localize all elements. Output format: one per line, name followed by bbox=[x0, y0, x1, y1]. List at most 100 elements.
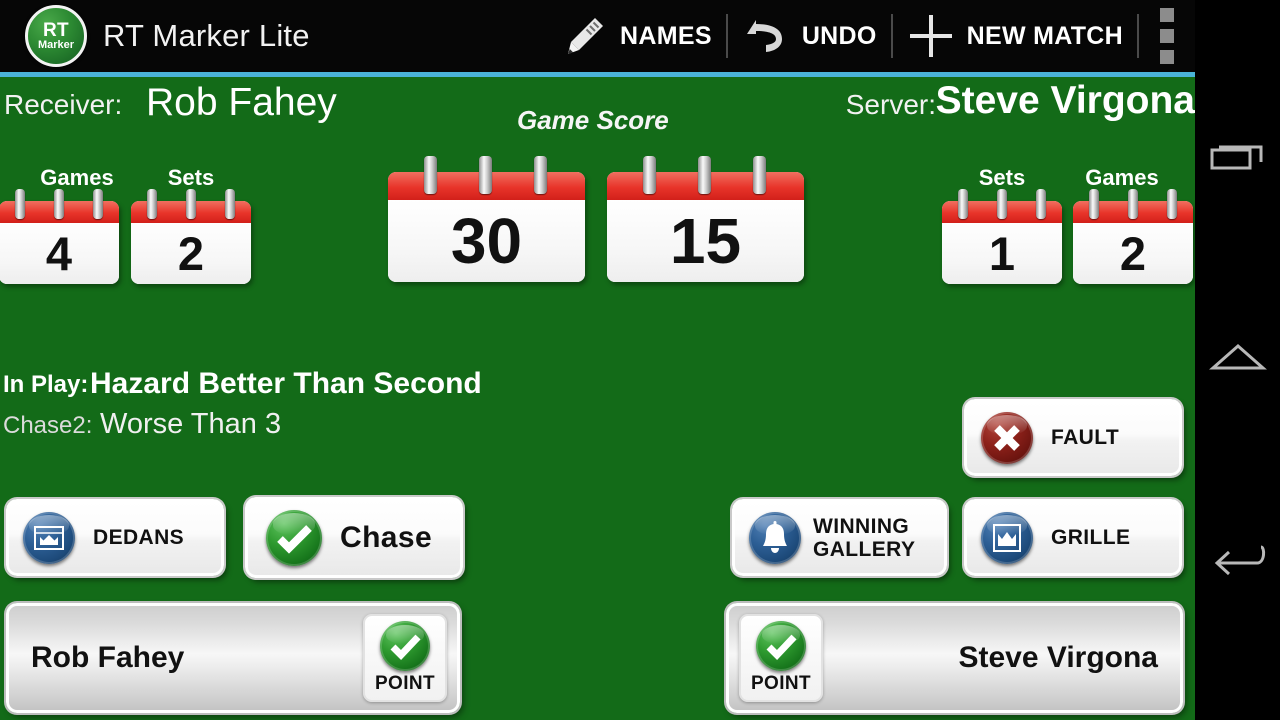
screen: RT Marker RT Marker Lite NAMES UNDO NEW … bbox=[0, 0, 1280, 720]
check-circle-icon bbox=[756, 621, 806, 671]
chase-button-label: Chase bbox=[340, 520, 433, 554]
names-button[interactable]: NAMES bbox=[548, 0, 726, 72]
bell-icon bbox=[749, 511, 801, 564]
card-ring bbox=[479, 156, 492, 194]
undo-button[interactable]: UNDO bbox=[728, 0, 891, 72]
right-point-label: POINT bbox=[750, 673, 812, 694]
card-ring bbox=[93, 189, 103, 219]
overflow-dot bbox=[1160, 29, 1174, 43]
rt-marker-logo-icon: RT Marker bbox=[25, 5, 87, 67]
chase-button[interactable]: Chase bbox=[245, 497, 463, 578]
right-point-box[interactable]: POINT bbox=[739, 614, 823, 702]
card-ring bbox=[1089, 189, 1099, 219]
chase-label: Chase2: bbox=[3, 412, 93, 439]
right-sets-card: 1 bbox=[942, 189, 1062, 284]
chase-value: Worse Than 3 bbox=[100, 408, 282, 440]
right-game-score-card: 15 bbox=[607, 156, 804, 282]
check-circle-icon bbox=[380, 621, 430, 671]
toolbar-actions: NAMES UNDO NEW MATCH bbox=[548, 0, 1195, 72]
card-ring bbox=[1167, 189, 1177, 219]
undo-button-label: UNDO bbox=[801, 21, 877, 50]
grille-button[interactable]: GRILLE bbox=[964, 499, 1182, 576]
left-point-box[interactable]: POINT bbox=[363, 614, 447, 702]
right-games-value: 2 bbox=[1119, 227, 1147, 280]
right-point-player-name: Steve Virgona bbox=[958, 641, 1158, 674]
plus-icon bbox=[907, 12, 955, 60]
card-ring bbox=[534, 156, 547, 194]
new-match-button-label: NEW MATCH bbox=[966, 21, 1123, 50]
cross-circle-icon bbox=[981, 411, 1033, 464]
player-name-row: Receiver: Rob Fahey Game Score Server: S… bbox=[0, 77, 1195, 135]
in-play-label: In Play: bbox=[3, 371, 89, 398]
card-body: 2 bbox=[131, 223, 251, 284]
winning-gallery-button[interactable]: WINNING GALLERY bbox=[732, 499, 947, 576]
crown-square-icon bbox=[981, 511, 1033, 564]
back-button[interactable] bbox=[1195, 515, 1280, 605]
left-sets-card: 2 bbox=[131, 189, 251, 284]
left-games-card: 4 bbox=[0, 189, 119, 284]
card-ring bbox=[643, 156, 656, 194]
winning-gallery-label-line1: WINNING bbox=[813, 514, 910, 538]
receiver-label: Receiver: bbox=[4, 89, 123, 120]
right-sets-value: 1 bbox=[988, 227, 1016, 280]
android-navigation-bar bbox=[1195, 0, 1280, 720]
logo-line2: Marker bbox=[37, 38, 75, 51]
card-ring bbox=[186, 189, 196, 219]
game-score-title: Game Score bbox=[517, 105, 669, 135]
card-ring bbox=[54, 189, 64, 219]
left-score-value: 30 bbox=[450, 205, 523, 277]
right-sets-caption: Sets bbox=[978, 165, 1026, 190]
card-ring bbox=[698, 156, 711, 194]
app-title: RT Marker Lite bbox=[103, 18, 310, 53]
app-logo: RT Marker bbox=[25, 5, 87, 67]
server-name: Steve Virgona bbox=[935, 79, 1195, 122]
right-point-button[interactable]: POINT Steve Virgona bbox=[726, 603, 1183, 713]
left-games-value: 4 bbox=[45, 227, 73, 280]
right-score-value: 15 bbox=[669, 205, 742, 277]
recent-apps-button[interactable] bbox=[1195, 115, 1280, 205]
pencil-icon bbox=[562, 13, 608, 59]
left-game-score-card: 30 bbox=[388, 156, 585, 282]
app-bar: RT Marker RT Marker Lite NAMES UNDO NEW … bbox=[0, 0, 1195, 72]
left-games-caption: Games bbox=[40, 165, 114, 190]
left-sets-value: 2 bbox=[177, 227, 205, 280]
card-body: 2 bbox=[1073, 223, 1193, 284]
overflow-menu-icon[interactable] bbox=[1139, 0, 1195, 72]
fault-button[interactable]: FAULT bbox=[964, 399, 1182, 476]
right-games-card: 2 bbox=[1073, 189, 1193, 284]
card-body: 4 bbox=[0, 223, 119, 284]
dedans-button[interactable]: DEDANS bbox=[6, 499, 224, 576]
undo-icon bbox=[742, 14, 790, 58]
receiver-name: Rob Fahey bbox=[146, 81, 337, 124]
card-ring bbox=[753, 156, 766, 194]
card-ring bbox=[147, 189, 157, 219]
dedans-button-label: DEDANS bbox=[93, 525, 185, 549]
card-ring bbox=[1128, 189, 1138, 219]
fault-button-label: FAULT bbox=[1051, 425, 1120, 449]
overflow-dot bbox=[1160, 8, 1174, 22]
check-circle-icon bbox=[266, 509, 322, 566]
home-icon bbox=[1208, 338, 1267, 383]
scoreboard: Receiver: Rob Fahey Game Score Server: S… bbox=[0, 77, 1195, 720]
home-button[interactable] bbox=[1195, 315, 1280, 405]
recent-apps-icon bbox=[1209, 136, 1267, 185]
card-ring bbox=[15, 189, 25, 219]
new-match-button[interactable]: NEW MATCH bbox=[893, 0, 1137, 72]
card-ring bbox=[1036, 189, 1046, 219]
card-body: 1 bbox=[942, 223, 1062, 284]
card-body: 30 bbox=[388, 200, 585, 282]
card-body: 15 bbox=[607, 200, 804, 282]
winning-gallery-label-line2: GALLERY bbox=[813, 537, 916, 561]
overflow-dot bbox=[1160, 50, 1174, 64]
right-games-caption: Games bbox=[1085, 165, 1159, 190]
crown-banner-icon bbox=[23, 511, 75, 564]
names-button-label: NAMES bbox=[620, 21, 712, 50]
grille-button-label: GRILLE bbox=[1051, 525, 1131, 549]
card-ring bbox=[997, 189, 1007, 219]
in-play-value: Hazard Better Than Second bbox=[90, 367, 482, 400]
left-point-button[interactable]: Rob Fahey POINT bbox=[6, 603, 460, 713]
card-ring bbox=[424, 156, 437, 194]
card-ring bbox=[225, 189, 235, 219]
left-point-label: POINT bbox=[374, 673, 436, 694]
server-label: Server: bbox=[845, 89, 936, 120]
